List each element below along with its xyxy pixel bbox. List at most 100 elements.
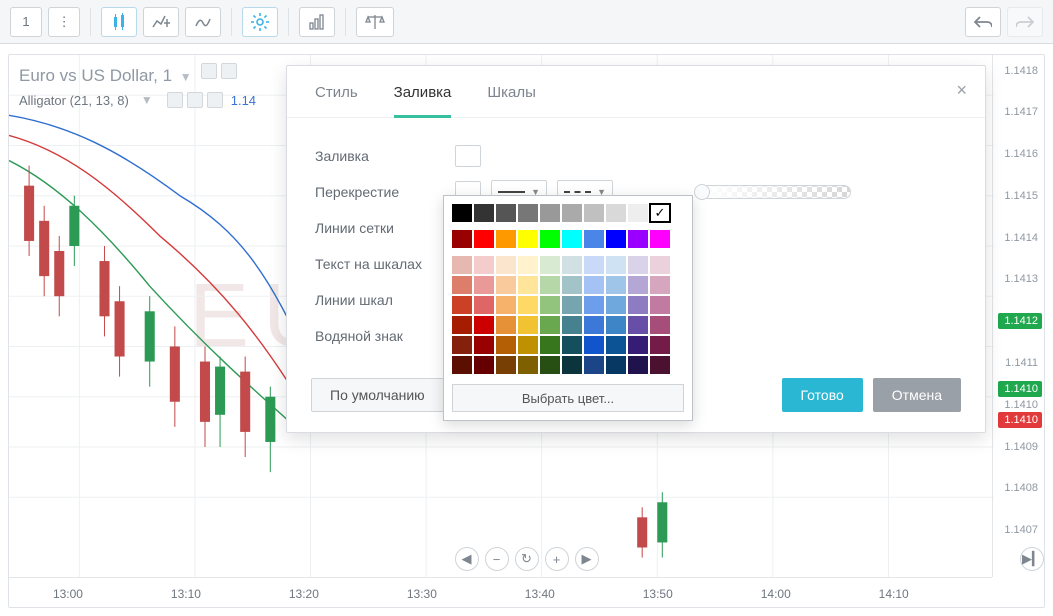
color-swatch[interactable] [584, 230, 604, 248]
color-swatch[interactable] [562, 316, 582, 334]
color-swatch[interactable] [606, 230, 626, 248]
custom-color-button[interactable]: Выбрать цвет... [452, 384, 684, 412]
color-swatch[interactable] [584, 204, 604, 222]
go-to-realtime-button[interactable]: ▶▎ [1020, 547, 1044, 571]
color-swatch[interactable] [584, 316, 604, 334]
color-swatch[interactable] [562, 230, 582, 248]
color-swatch[interactable] [540, 230, 560, 248]
color-swatch[interactable] [584, 276, 604, 294]
color-swatch[interactable] [628, 296, 648, 314]
color-swatch[interactable] [628, 230, 648, 248]
color-swatch[interactable] [452, 316, 472, 334]
color-swatch[interactable] [650, 296, 670, 314]
ind-close-button[interactable] [207, 92, 223, 108]
color-swatch[interactable] [540, 276, 560, 294]
template-button[interactable] [299, 7, 335, 37]
done-button[interactable]: Готово [782, 378, 863, 412]
color-swatch[interactable] [628, 336, 648, 354]
y-axis[interactable]: 1.14181.14171.14161.14151.14141.14131.14… [992, 55, 1044, 577]
color-swatch[interactable] [606, 296, 626, 314]
color-swatch[interactable] [496, 204, 516, 222]
color-swatch[interactable] [452, 336, 472, 354]
tf-list-button[interactable]: ⋮ [48, 7, 80, 37]
color-swatch[interactable] [650, 316, 670, 334]
undo-button[interactable] [965, 7, 1001, 37]
color-swatch[interactable] [452, 276, 472, 294]
color-swatch[interactable] [562, 256, 582, 274]
color-swatch[interactable] [518, 316, 538, 334]
color-swatch[interactable] [650, 276, 670, 294]
color-swatch[interactable] [496, 296, 516, 314]
color-swatch[interactable] [496, 356, 516, 374]
color-swatch[interactable] [540, 204, 560, 222]
chevron-down-icon[interactable]: ▼ [180, 70, 192, 84]
color-swatch[interactable] [606, 356, 626, 374]
color-swatch[interactable] [628, 256, 648, 274]
color-swatch[interactable] [518, 356, 538, 374]
color-swatch[interactable] [474, 204, 494, 222]
color-swatch[interactable] [650, 204, 670, 222]
color-swatch[interactable] [518, 276, 538, 294]
color-swatch[interactable] [562, 336, 582, 354]
indicator-label[interactable]: Alligator (21, 13, 8) [19, 93, 129, 108]
color-swatch[interactable] [628, 276, 648, 294]
reset-button[interactable]: ↻ [515, 547, 539, 571]
color-swatch[interactable] [584, 356, 604, 374]
color-swatch[interactable] [474, 256, 494, 274]
color-swatch[interactable] [606, 276, 626, 294]
title-vis-button[interactable] [201, 63, 217, 79]
tab-style[interactable]: Стиль [315, 84, 358, 117]
color-swatch[interactable] [606, 256, 626, 274]
color-swatch[interactable] [518, 230, 538, 248]
color-swatch[interactable] [452, 230, 472, 248]
compare-button[interactable] [143, 7, 179, 37]
scales-button[interactable] [356, 7, 394, 37]
color-swatch[interactable] [606, 316, 626, 334]
color-swatch[interactable] [540, 356, 560, 374]
color-swatch[interactable] [562, 296, 582, 314]
indicators-button[interactable] [185, 7, 221, 37]
zoom-in-button[interactable]: + [545, 547, 569, 571]
timeframe-selector[interactable]: 1 [10, 7, 42, 37]
tab-scales[interactable]: Шкалы [487, 84, 536, 117]
color-swatch[interactable] [496, 316, 516, 334]
cancel-button[interactable]: Отмена [873, 378, 961, 412]
color-swatch[interactable] [650, 336, 670, 354]
color-swatch[interactable] [628, 316, 648, 334]
settings-button[interactable] [242, 7, 278, 37]
color-swatch[interactable] [518, 256, 538, 274]
color-swatch[interactable] [628, 356, 648, 374]
color-swatch[interactable] [496, 276, 516, 294]
color-swatch[interactable] [650, 230, 670, 248]
color-swatch[interactable] [628, 204, 648, 222]
chart-title[interactable]: Euro vs US Dollar, 1 [19, 66, 172, 86]
color-swatch[interactable] [452, 256, 472, 274]
redo-button[interactable] [1007, 7, 1043, 37]
zoom-out-button[interactable]: − [485, 547, 509, 571]
color-swatch[interactable] [540, 256, 560, 274]
color-swatch[interactable] [606, 204, 626, 222]
color-swatch[interactable] [474, 356, 494, 374]
color-swatch[interactable] [474, 336, 494, 354]
chevron-down-icon[interactable]: ▼ [141, 93, 153, 107]
title-more-button[interactable] [221, 63, 237, 79]
color-swatch[interactable] [496, 256, 516, 274]
crosshair-alpha-slider[interactable] [701, 185, 851, 199]
color-swatch[interactable] [562, 276, 582, 294]
color-swatch[interactable] [562, 356, 582, 374]
color-swatch[interactable] [540, 336, 560, 354]
step-fwd-button[interactable]: ▶ [575, 547, 599, 571]
color-swatch[interactable] [650, 356, 670, 374]
dialog-close-button[interactable]: × [956, 80, 967, 101]
color-swatch[interactable] [496, 336, 516, 354]
color-swatch[interactable] [452, 296, 472, 314]
step-back-button[interactable]: ◀ [455, 547, 479, 571]
color-swatch[interactable] [540, 316, 560, 334]
x-axis[interactable]: 13:0013:1013:2013:3013:4013:5014:0014:10 [9, 577, 992, 607]
color-swatch[interactable] [474, 276, 494, 294]
color-swatch[interactable] [584, 336, 604, 354]
color-swatch[interactable] [474, 316, 494, 334]
fill-color-swatch[interactable] [455, 145, 481, 167]
defaults-button[interactable]: По умолчанию [311, 378, 444, 412]
color-swatch[interactable] [518, 204, 538, 222]
